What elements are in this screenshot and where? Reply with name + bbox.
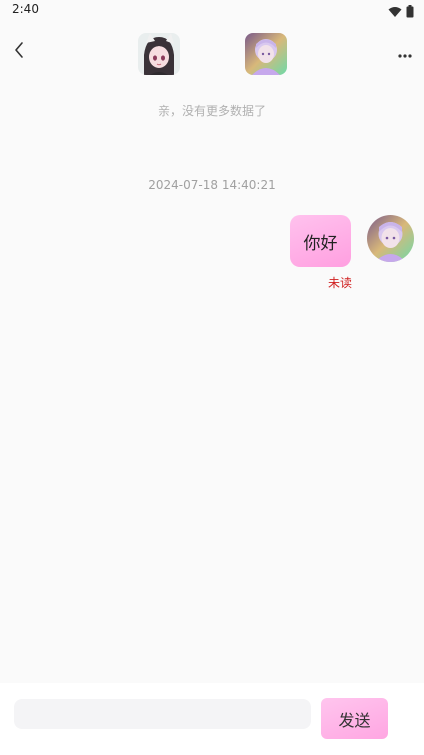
message-timestamp: 2024-07-18 14:40:21 — [148, 178, 276, 192]
more-dots-icon — [398, 43, 412, 62]
no-more-data-notice: 亲，没有更多数据了 — [157, 104, 266, 118]
status-time: 2:40 — [12, 2, 39, 16]
message-text: 你好 — [303, 233, 338, 254]
battery-icon — [406, 3, 414, 22]
chat-header — [0, 26, 424, 82]
chevron-left-icon — [13, 41, 25, 63]
message-bubble[interactable]: 你好 — [290, 215, 351, 267]
unread-status: 未读 — [328, 276, 353, 290]
more-button[interactable] — [394, 42, 416, 62]
status-bar: 2:40 — [0, 0, 424, 20]
send-button[interactable]: 发送 — [321, 698, 388, 739]
composer-bar: 发送 — [0, 683, 424, 755]
self-avatar[interactable] — [245, 33, 287, 75]
message-input[interactable] — [14, 699, 311, 729]
wifi-icon — [388, 3, 402, 22]
back-button[interactable] — [8, 40, 30, 64]
contact-avatar[interactable] — [138, 33, 180, 75]
sender-avatar[interactable] — [367, 215, 414, 262]
status-icons — [388, 3, 414, 22]
